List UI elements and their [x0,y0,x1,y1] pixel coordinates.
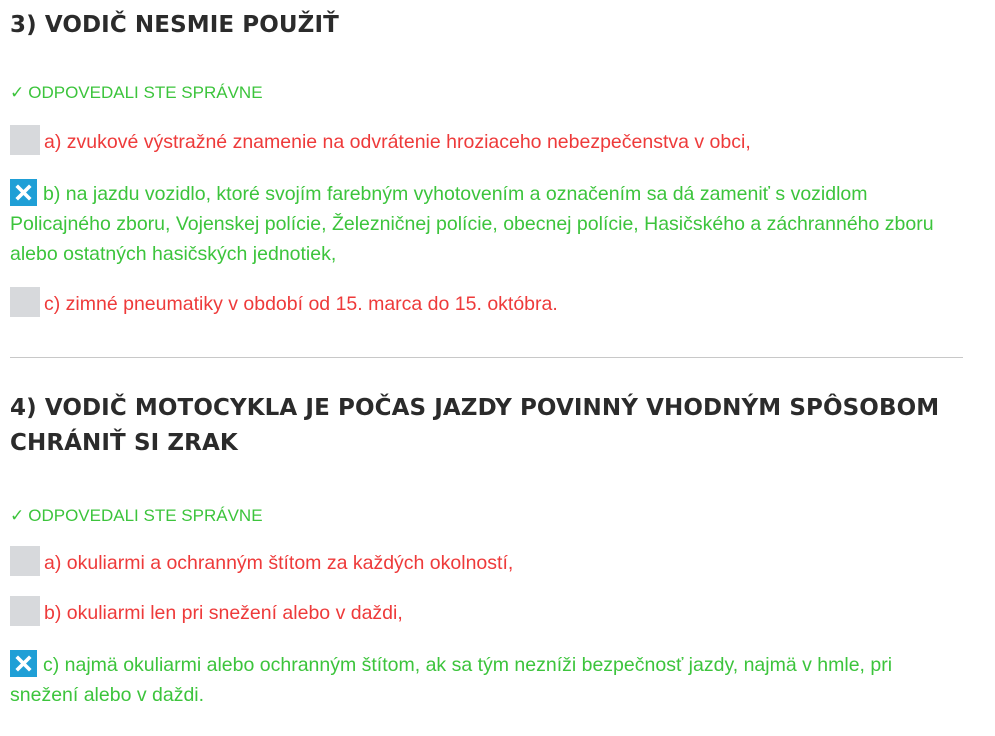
result-status: ✓ ODPOVEDALI STE SPRÁVNE [10,506,263,526]
answer-checkbox-checked[interactable] [10,179,37,206]
answer-checkbox[interactable] [10,596,40,626]
question-divider [10,357,963,358]
answer-option-c[interactable]: c) najmä okuliarmi alebo ochranným štíto… [10,650,955,710]
result-status: ✓ ODPOVEDALI STE SPRÁVNE [10,83,263,103]
answer-checkbox[interactable] [10,287,40,317]
answer-text: c) zimné pneumatiky v období od 15. marc… [44,293,558,315]
answer-option-a[interactable]: a) okuliarmi a ochranným štítom za každý… [10,546,955,578]
answer-text: b) okuliarmi len pri snežení alebo v daž… [44,602,403,624]
question-3: 3) VODIČ NESMIE POUŽIŤ ✓ ODPOVEDALI STE S… [10,8,965,317]
answer-option-c[interactable]: c) zimné pneumatiky v období od 15. marc… [10,287,955,319]
result-status-text: ODPOVEDALI STE SPRÁVNE [28,506,263,525]
close-x-icon [15,655,32,672]
answer-option-b[interactable]: b) na jazdu vozidlo, ktoré svojím farebn… [10,179,955,269]
answer-option-b[interactable]: b) okuliarmi len pri snežení alebo v daž… [10,596,955,628]
answer-option-a[interactable]: a) zvukové výstražné znamenie na odvráte… [10,125,955,157]
answer-text: a) okuliarmi a ochranným štítom za každý… [44,552,514,574]
check-mark-icon: ✓ [10,506,25,525]
answer-text: a) zvukové výstražné znamenie na odvráte… [44,131,751,153]
question-title: 4) VODIČ MOTOCYKLA JE POČAS JAZDY POVINN… [10,395,940,456]
result-status-text: ODPOVEDALI STE SPRÁVNE [28,83,263,102]
answer-checkbox[interactable] [10,125,40,155]
close-x-icon [15,184,32,201]
answer-text: b) na jazdu vozidlo, ktoré svojím farebn… [10,183,934,265]
answer-checkbox[interactable] [10,546,40,576]
answer-checkbox-checked[interactable] [10,650,37,677]
answer-text: c) najmä okuliarmi alebo ochranným štíto… [10,654,893,706]
check-mark-icon: ✓ [10,83,25,102]
question-title: 3) VODIČ NESMIE POUŽIŤ [10,12,339,38]
question-4: 4) VODIČ MOTOCYKLA JE POČAS JAZDY POVINN… [10,391,965,706]
